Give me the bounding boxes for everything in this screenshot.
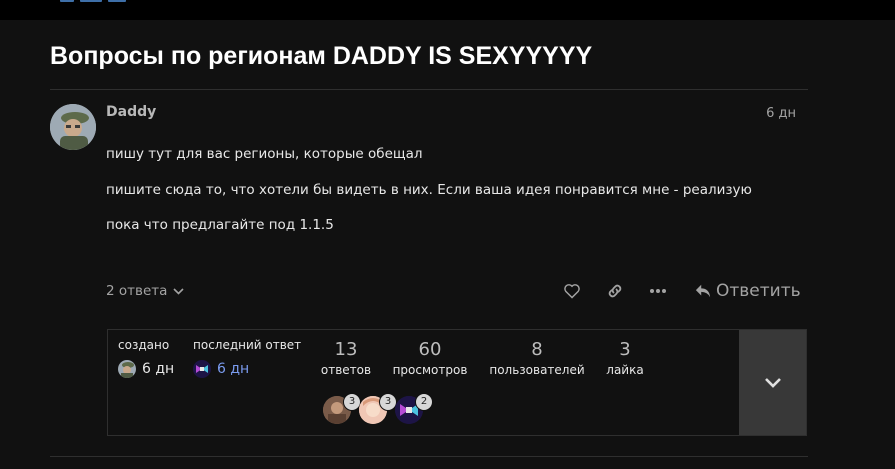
chevron-down-icon <box>764 378 781 388</box>
created-value[interactable]: 6 дн <box>118 360 174 378</box>
stat-replies-label: ответов <box>320 363 372 377</box>
more-icon <box>650 289 666 293</box>
last-reply-date: 6 дн <box>217 361 250 377</box>
link-icon <box>608 284 622 298</box>
more-actions-button[interactable] <box>646 280 670 302</box>
stat-likes-label: лайка <box>606 363 644 377</box>
last-replier-avatar <box>193 360 211 378</box>
avatar[interactable] <box>50 104 96 150</box>
post-date[interactable]: 6 дн <box>740 106 796 121</box>
stat-likes: 3 лайка <box>602 339 648 378</box>
last-reply-label: последний ответ <box>193 338 302 352</box>
reply-button[interactable]: Ответить <box>694 280 801 302</box>
title-divider <box>50 89 808 90</box>
site-logo[interactable] <box>60 0 126 2</box>
stat-views: 60 просмотров <box>389 339 471 378</box>
reply-button-label: Ответить <box>716 281 801 301</box>
post-paragraph-1: пишу тут для вас регионы, которые обещал <box>106 146 423 162</box>
topic-summary: создано 6 дн последний ответ 6 дн 13 отв… <box>107 329 807 436</box>
site-header <box>0 0 895 20</box>
stat-users: 8 пользователей <box>487 339 587 378</box>
participant-avatar[interactable]: 2 <box>395 393 433 424</box>
post-paragraph-2: пишите сюда то, что хотели бы видеть в н… <box>106 182 752 198</box>
participant-avatar[interactable]: 3 <box>359 393 397 424</box>
stat-likes-count: 3 <box>619 339 631 360</box>
participant-post-count: 2 <box>415 393 433 411</box>
stat-users-label: пользователей <box>489 363 585 377</box>
expand-summary-button[interactable] <box>739 330 806 435</box>
post-divider <box>50 456 808 457</box>
stat-replies: 13 ответов <box>320 339 372 378</box>
creator-avatar <box>118 360 136 378</box>
created-label: создано <box>118 338 170 352</box>
heart-icon <box>564 284 580 299</box>
replies-toggle-button[interactable]: 2 ответа <box>106 283 184 299</box>
participant-avatar[interactable]: 3 <box>323 393 361 424</box>
chevron-down-icon <box>173 287 184 295</box>
created-date: 6 дн <box>142 361 175 377</box>
like-button[interactable] <box>560 280 584 302</box>
post-username[interactable]: Daddy <box>106 104 156 120</box>
post-paragraph-3: пока что предлагайте под 1.1.5 <box>106 217 334 233</box>
replies-count-label: 2 ответа <box>106 283 168 299</box>
stat-views-count: 60 <box>418 339 442 360</box>
topic-title[interactable]: Вопросы по регионам DADDY IS SEXYYYYY <box>50 42 592 71</box>
stat-views-label: просмотров <box>392 363 468 377</box>
reply-icon <box>695 284 711 298</box>
stat-users-count: 8 <box>531 339 543 360</box>
share-link-button[interactable] <box>603 280 627 302</box>
stat-replies-count: 13 <box>334 339 358 360</box>
avatar-image <box>50 104 96 150</box>
last-reply-value[interactable]: 6 дн <box>193 360 249 378</box>
